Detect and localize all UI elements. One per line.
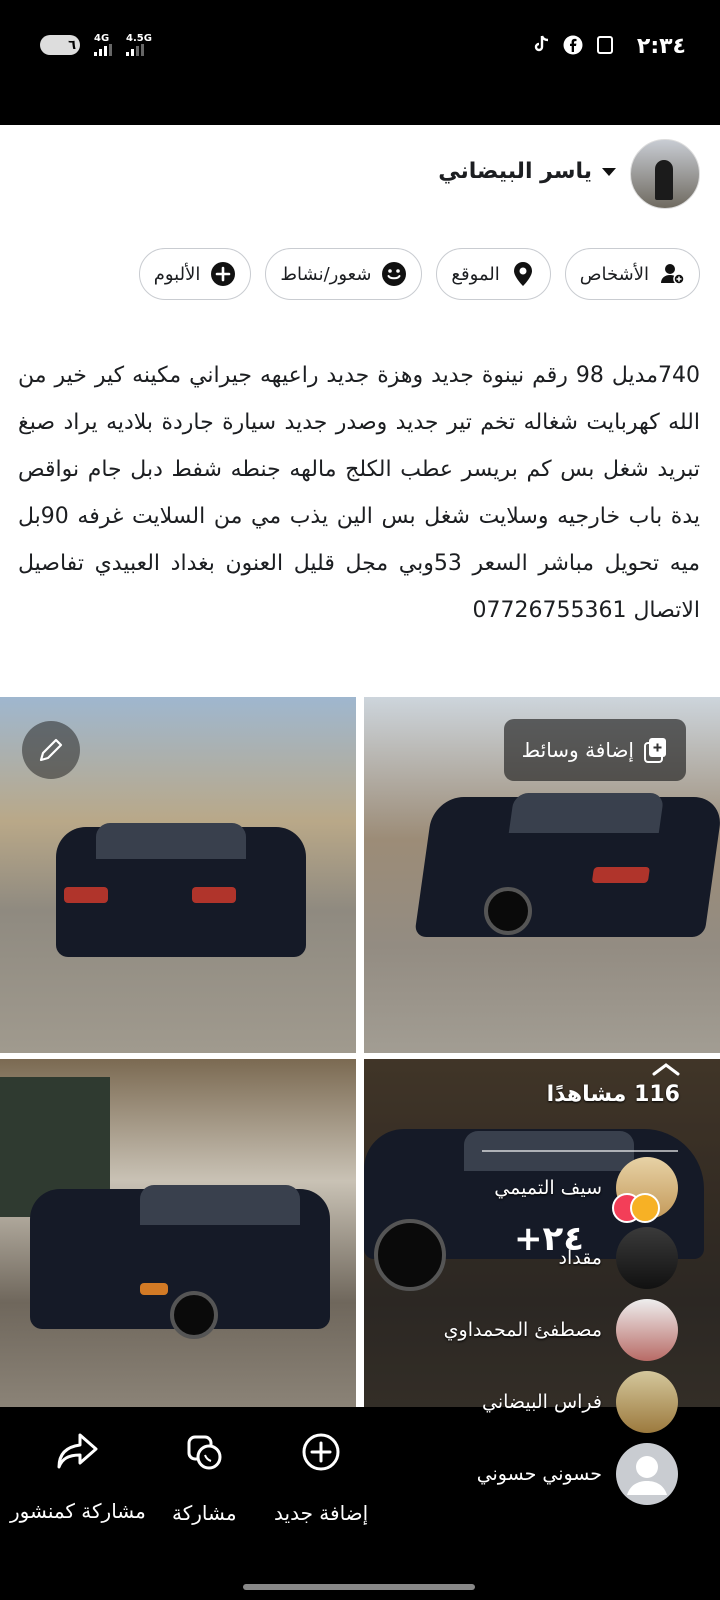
system-indicators: ٦ 4G 4.5G [40,34,152,56]
post-composer-header: ياسر البيضاني [0,125,720,235]
reactions-list: سيف التميمي مقداد مصطفئ المحمداوي فراس ا… [0,1150,720,1505]
status-bar: ٢:٣٤ ٦ 4G 4.5G [0,0,720,125]
list-item[interactable]: مقداد [558,1226,678,1290]
photo-1[interactable] [0,697,356,1053]
album-chip[interactable]: الألبوم [138,248,252,300]
car-window [508,793,665,833]
plus-circle-icon [210,261,236,287]
audience-selector[interactable]: ياسر البيضاني [438,159,616,184]
composer-options: الأشخاص الموقع شعور/نشاط الألبوم [138,248,700,300]
car-shape [414,793,720,937]
avatar [616,1299,678,1361]
chevron-up-icon[interactable] [652,1062,680,1076]
liker-name: مصطفئ المحمداوي [443,1319,602,1341]
chip-label: الموقع [451,263,500,285]
default-avatar-icon [616,1443,678,1505]
clock: ٢:٣٤ [636,34,686,59]
views-count[interactable]: 116 مشاهدًا [547,1082,680,1107]
car-wheel [484,887,532,935]
facebook-icon [562,34,584,56]
notification-icons [530,34,616,56]
action-label: مشاركة [172,1501,237,1525]
list-item[interactable]: مصطفئ المحمداوي [444,1298,678,1362]
avatar [612,1157,678,1223]
liker-name: مقداد [558,1247,602,1269]
car-shape [56,823,306,957]
car-light [64,887,108,903]
signal-bars-icon [126,44,152,56]
action-label: مشاركة كمنشور [10,1499,146,1523]
screenshot-icon [594,34,616,56]
list-item[interactable]: فراس البيضاني [482,1370,678,1434]
home-indicator[interactable] [243,1584,475,1590]
location-pin-icon [510,261,536,287]
people-icon [659,261,685,287]
avatar [616,1227,678,1289]
tag-people-chip[interactable]: الأشخاص [564,248,700,300]
edit-photo-button[interactable] [22,721,80,779]
liker-name: فراس البيضاني [481,1391,602,1413]
list-item[interactable]: حسوني حسوني [477,1442,678,1506]
avatar-figure [655,160,673,200]
chip-label: الألبوم [153,263,201,285]
liker-name: سيف التميمي [494,1177,602,1199]
liker-name: حسوني حسوني [476,1463,602,1485]
car-light [192,887,236,903]
add-media-icon [644,738,666,763]
post-text-input[interactable]: 740مديل 98 رقم نينوة جديد وهزة جديد راعي… [18,352,700,634]
caret-down-icon [602,167,616,176]
smiley-icon [381,261,407,287]
feeling-activity-chip[interactable]: شعور/نشاط [265,248,423,300]
pencil-icon [39,738,63,762]
action-label: إضافة جديد [274,1501,369,1525]
battery-indicator: ٦ [40,35,80,55]
location-chip[interactable]: الموقع [436,248,551,300]
signal-bars-icon [94,44,112,56]
care-reaction-icon [630,1193,660,1223]
user-name: ياسر البيضاني [438,159,592,184]
photo-2[interactable]: إضافة وسائط [364,697,720,1053]
signal-45g: 4.5G [126,34,152,56]
car-light [591,867,650,883]
chip-label: الأشخاص [579,263,649,285]
tiktok-icon [530,34,552,56]
car-window [96,823,246,859]
avatar[interactable] [630,139,700,209]
add-media-label: إضافة وسائط [521,738,634,762]
add-media-button[interactable]: إضافة وسائط [503,719,686,781]
list-item[interactable]: سيف التميمي [494,1156,678,1223]
avatar [616,1371,678,1433]
chip-label: شعور/نشاط [280,263,372,285]
signal-4g: 4G [94,34,112,56]
